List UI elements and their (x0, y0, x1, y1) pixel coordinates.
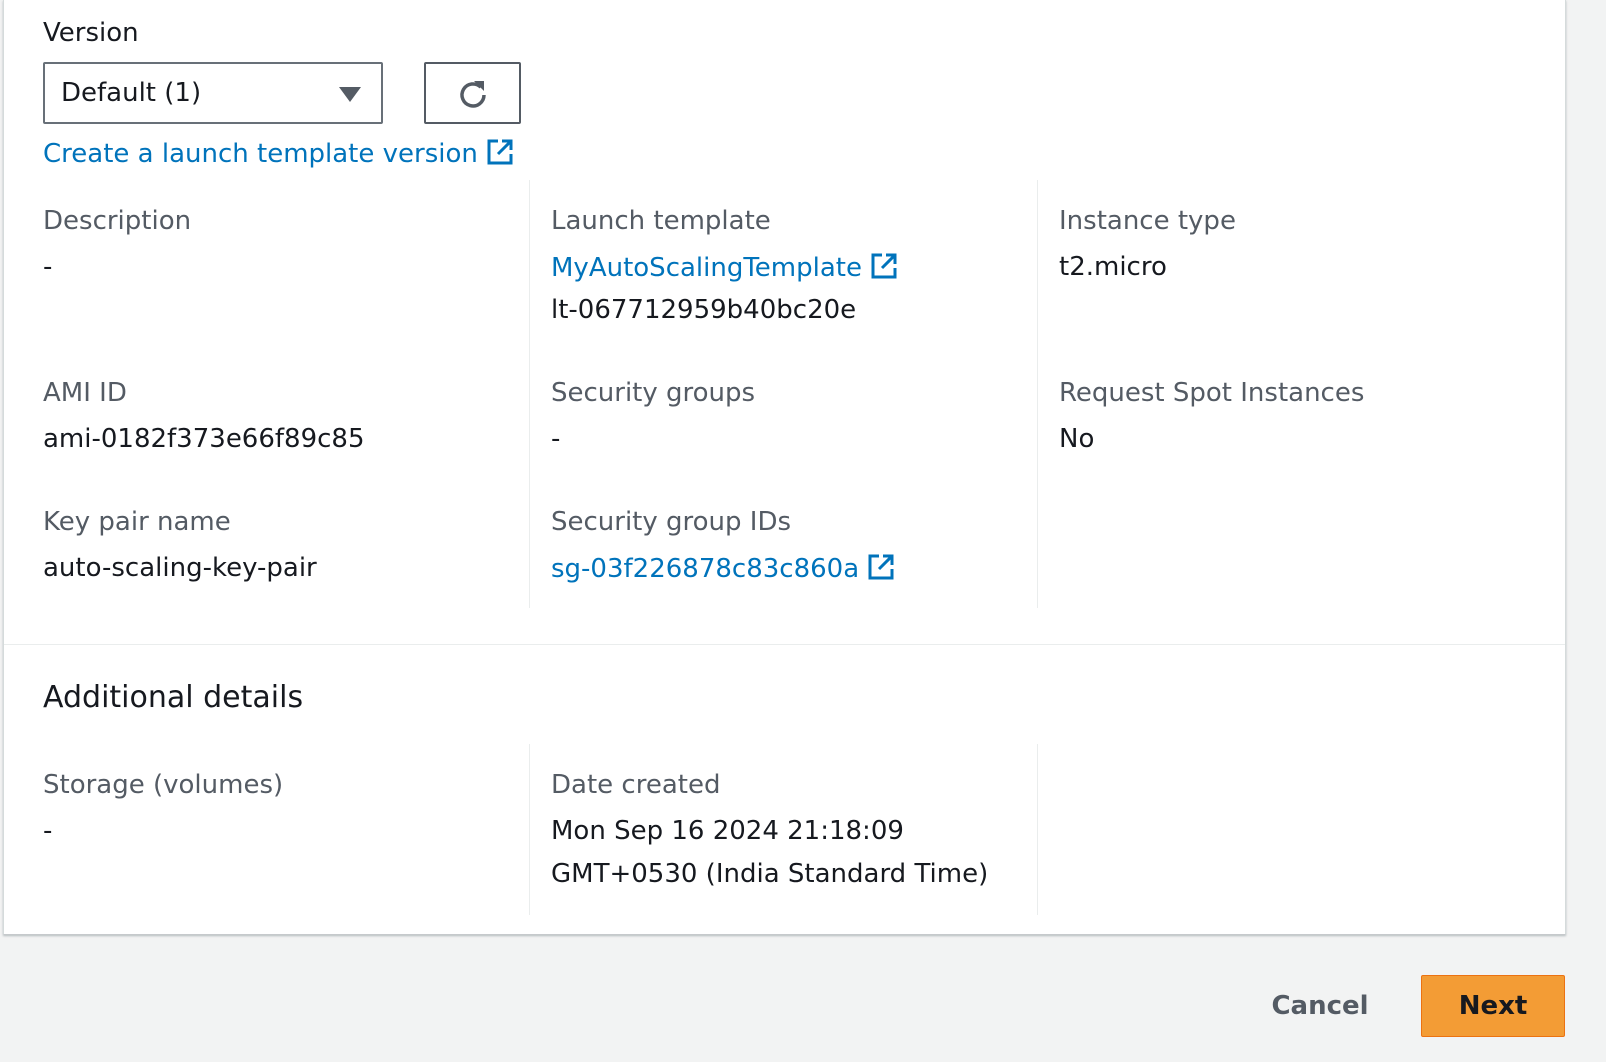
version-label: Version (43, 18, 139, 48)
date-created-line2: GMT+0530 (India Standard Time) (551, 859, 989, 889)
version-select[interactable]: Default (1) (43, 62, 383, 124)
storage-value: - (43, 816, 53, 846)
storage-label: Storage (volumes) (43, 770, 284, 800)
key-pair-value: auto-scaling-key-pair (43, 553, 317, 583)
ami-id-value: ami-0182f373e66f89c85 (43, 424, 365, 454)
launch-template-label: Launch template (551, 206, 771, 236)
column-divider (1037, 180, 1038, 608)
security-group-ids-label: Security group IDs (551, 507, 792, 537)
column-divider (529, 744, 530, 915)
ami-id-label: AMI ID (43, 378, 127, 408)
request-spot-value: No (1059, 424, 1095, 454)
date-created-line1: Mon Sep 16 2024 21:18:09 (551, 816, 904, 846)
external-link-icon (871, 253, 897, 279)
security-group-id-link[interactable]: sg-03f226878c83c860a (551, 552, 895, 586)
column-divider (529, 180, 530, 608)
column-divider (1037, 744, 1038, 915)
key-pair-label: Key pair name (43, 507, 231, 537)
version-select-value: Default (1) (61, 78, 202, 108)
security-groups-label: Security groups (551, 378, 756, 408)
cancel-button[interactable]: Cancel (1252, 976, 1388, 1036)
launch-template-panel: Version Default (1) Create a launch temp… (3, 0, 1566, 935)
launch-template-link[interactable]: MyAutoScalingTemplate (551, 251, 898, 285)
instance-type-label: Instance type (1059, 206, 1236, 236)
instance-type-value: t2.micro (1059, 252, 1167, 282)
security-groups-value: - (551, 424, 561, 454)
create-link-label: Create a launch template version (43, 139, 478, 169)
external-link-icon (487, 139, 513, 165)
date-created-label: Date created (551, 770, 721, 800)
create-launch-template-version-link[interactable]: Create a launch template version (43, 137, 514, 171)
additional-details-heading: Additional details (43, 680, 304, 715)
external-link-icon (868, 554, 894, 580)
refresh-button[interactable] (424, 62, 521, 124)
next-button[interactable]: Next (1421, 975, 1565, 1037)
description-label: Description (43, 206, 192, 236)
refresh-icon (460, 81, 486, 108)
wizard-footer: Cancel Next (0, 936, 1606, 1062)
launch-template-name: MyAutoScalingTemplate (551, 253, 862, 283)
description-value: - (43, 252, 53, 282)
security-group-id: sg-03f226878c83c860a (551, 554, 860, 584)
request-spot-label: Request Spot Instances (1059, 378, 1365, 408)
launch-template-id: lt-067712959b40bc20e (551, 295, 857, 325)
section-divider (4, 644, 1565, 645)
caret-down-icon (339, 87, 361, 102)
